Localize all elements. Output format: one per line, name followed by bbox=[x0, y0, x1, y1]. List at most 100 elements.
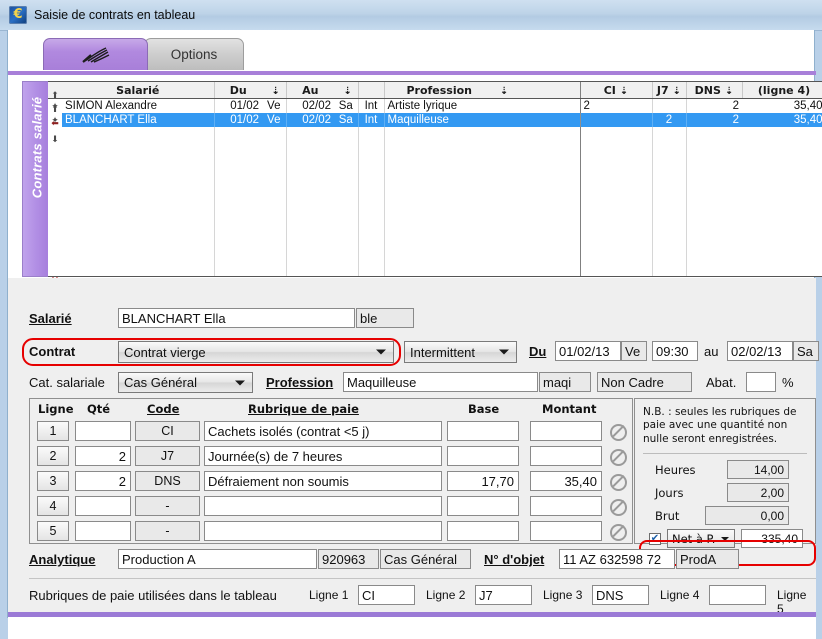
footer-ligne1-input[interactable]: CI bbox=[358, 585, 415, 605]
rub-th-code[interactable]: Code bbox=[147, 402, 179, 416]
cell-du: 01/02 bbox=[214, 113, 262, 127]
rub-qte-input[interactable] bbox=[75, 421, 131, 441]
analytique-input[interactable]: Production A bbox=[118, 549, 317, 569]
tab-options[interactable]: Options bbox=[144, 38, 244, 70]
footer-ligne3-input[interactable]: DNS bbox=[592, 585, 649, 605]
rub-label-input[interactable]: Journée(s) de 7 heures bbox=[204, 446, 442, 466]
marker-delete-icon[interactable]: ⬅ bbox=[51, 116, 59, 132]
au-date-input[interactable]: 02/02/13 bbox=[727, 341, 793, 361]
rub-code-field[interactable]: - bbox=[135, 521, 200, 541]
du-day-field: Ve bbox=[621, 341, 647, 361]
rub-disabled-icon[interactable] bbox=[610, 424, 627, 441]
rub-base-input[interactable] bbox=[447, 421, 519, 441]
rub-label-input[interactable]: Cachets isolés (contrat <5 j) bbox=[204, 421, 442, 441]
cell-dns-montant: 35,40 bbox=[742, 98, 822, 113]
footer-ligne4-input[interactable] bbox=[709, 585, 766, 605]
rub-montant-input[interactable] bbox=[530, 496, 602, 516]
rub-montant-input[interactable] bbox=[530, 521, 602, 541]
net-type-select[interactable]: Net à P. bbox=[667, 529, 735, 549]
contracts-grid[interactable]: Salarié Du ⇣ Au ⇣ Profession ⇣ CI ⇣ J7 ⇣… bbox=[48, 81, 822, 277]
categorie-select-value: Cas Général bbox=[124, 375, 197, 390]
objet-input[interactable]: 11 AZ 632598 72 bbox=[559, 549, 675, 569]
footer-ligne2-label: Ligne 2 bbox=[426, 588, 466, 602]
analytique-cas-field: Cas Général bbox=[380, 549, 471, 569]
th-salarie[interactable]: Salarié bbox=[62, 82, 215, 99]
profession-input[interactable]: Maquilleuse bbox=[343, 372, 538, 392]
rub-disabled-icon[interactable] bbox=[610, 474, 627, 491]
rub-code-field[interactable]: - bbox=[135, 496, 200, 516]
footer-ligne2-input[interactable]: J7 bbox=[475, 585, 532, 605]
grid-side-label: Contrats salarié bbox=[29, 96, 45, 199]
du-date-input[interactable]: 01/02/13 bbox=[555, 341, 621, 361]
rub-montant-input[interactable] bbox=[530, 421, 602, 441]
analytique-label[interactable]: Analytique bbox=[29, 552, 95, 567]
rub-base-input[interactable] bbox=[447, 446, 519, 466]
rub-base-input[interactable] bbox=[447, 496, 519, 516]
rub-code-field[interactable]: J7 bbox=[135, 446, 200, 466]
th-j7[interactable]: J7 ⇣ bbox=[652, 82, 687, 99]
grid-row-markers: ⬆ ⬆ ⬅ ⬇ bbox=[48, 88, 62, 268]
rub-qte-input[interactable] bbox=[75, 496, 131, 516]
th-ligne4[interactable]: (ligne 4) bbox=[742, 82, 822, 99]
marker-up-icon[interactable]: ⬆ bbox=[51, 88, 59, 102]
th-dns[interactable]: DNS ⇣ bbox=[686, 82, 743, 99]
summary-brut-row: Brut 0,00 bbox=[643, 506, 807, 526]
th-ci[interactable]: CI ⇣ bbox=[580, 82, 653, 99]
objet-label[interactable]: N° d'objet bbox=[484, 552, 544, 567]
rub-th-rubrique[interactable]: Rubrique de paie bbox=[248, 402, 359, 416]
rub-ligne-button[interactable]: 4 bbox=[37, 496, 69, 516]
th-profession[interactable]: Profession bbox=[384, 82, 494, 99]
rub-qte-input[interactable]: 2 bbox=[75, 446, 131, 466]
statut-select[interactable]: Intermittent bbox=[404, 341, 517, 363]
rub-disabled-icon[interactable] bbox=[610, 499, 627, 516]
marker-down-icon[interactable]: ⬇ bbox=[51, 132, 59, 146]
marker-current-icon[interactable]: ⬆ bbox=[51, 102, 59, 116]
contrat-row: Contrat Contrat vierge Intermittent Du 0… bbox=[8, 341, 819, 365]
du-time-input[interactable]: 09:30 bbox=[652, 341, 698, 361]
profession-code-field[interactable]: maqi bbox=[539, 372, 591, 392]
rub-montant-input[interactable]: 35,40 bbox=[530, 471, 602, 491]
table-row[interactable]: ✦ SIMON Alexandre 01/02 Ve 02/02 Sa Int … bbox=[48, 98, 822, 113]
tab-options-label: Options bbox=[170, 47, 218, 62]
rub-qte-input[interactable]: 2 bbox=[75, 471, 131, 491]
rub-label-input[interactable]: Défraiement non soumis bbox=[204, 471, 442, 491]
th-au-sort[interactable]: ⇣ bbox=[334, 82, 359, 99]
th-du-sort[interactable]: ⇣ bbox=[262, 82, 287, 99]
rub-ligne-button[interactable]: 2 bbox=[37, 446, 69, 466]
rubriques-header-row: Ligne Qté Code Rubrique de paie Base Mon… bbox=[30, 402, 632, 418]
au-label: au bbox=[704, 344, 719, 359]
categorie-select[interactable]: Cas Général bbox=[118, 372, 253, 393]
salarie-code-field[interactable]: ble bbox=[356, 308, 414, 328]
contrat-label: Contrat bbox=[29, 344, 76, 359]
title-bar: Saisie de contrats en tableau bbox=[0, 0, 822, 31]
rub-montant-input[interactable] bbox=[530, 446, 602, 466]
chevron-down-icon bbox=[499, 349, 509, 355]
rub-base-input[interactable] bbox=[447, 521, 519, 541]
rub-ligne-button[interactable]: 1 bbox=[37, 421, 69, 441]
rub-disabled-icon[interactable] bbox=[610, 449, 627, 466]
th-du[interactable]: Du bbox=[214, 82, 262, 99]
rub-disabled-icon[interactable] bbox=[610, 524, 627, 541]
th-au[interactable]: Au bbox=[286, 82, 334, 99]
objet-code-field[interactable]: ProdA bbox=[676, 549, 739, 569]
rub-qte-input[interactable] bbox=[75, 521, 131, 541]
tab-contracts[interactable] bbox=[43, 38, 148, 70]
summary-jours-row: Jours 2,00 bbox=[643, 483, 807, 503]
rub-code-field[interactable]: CI bbox=[135, 421, 200, 441]
net-value[interactable]: 335,40 bbox=[741, 529, 803, 549]
th-profession-sort[interactable]: ⇣ bbox=[494, 82, 581, 99]
rub-label-input[interactable] bbox=[204, 496, 442, 516]
rub-ligne-button[interactable]: 3 bbox=[37, 471, 69, 491]
analytique-code-field[interactable]: 920963 bbox=[318, 549, 379, 569]
net-checkbox[interactable]: ✔ bbox=[649, 532, 661, 545]
cell-profession-pad bbox=[494, 98, 581, 113]
salarie-input[interactable]: BLANCHART Ella bbox=[118, 308, 355, 328]
rub-label-input[interactable] bbox=[204, 521, 442, 541]
rub-base-input[interactable]: 17,70 bbox=[447, 471, 519, 491]
rub-ligne-button[interactable]: 5 bbox=[37, 521, 69, 541]
contrat-select[interactable]: Contrat vierge bbox=[118, 341, 394, 363]
abattement-input[interactable] bbox=[746, 372, 776, 392]
rub-code-field[interactable]: DNS bbox=[135, 471, 200, 491]
table-row[interactable]: ✦ BLANCHART Ella 01/02 Ve 02/02 Sa Int M… bbox=[48, 113, 822, 127]
cell-du-day: Ve bbox=[262, 113, 287, 127]
